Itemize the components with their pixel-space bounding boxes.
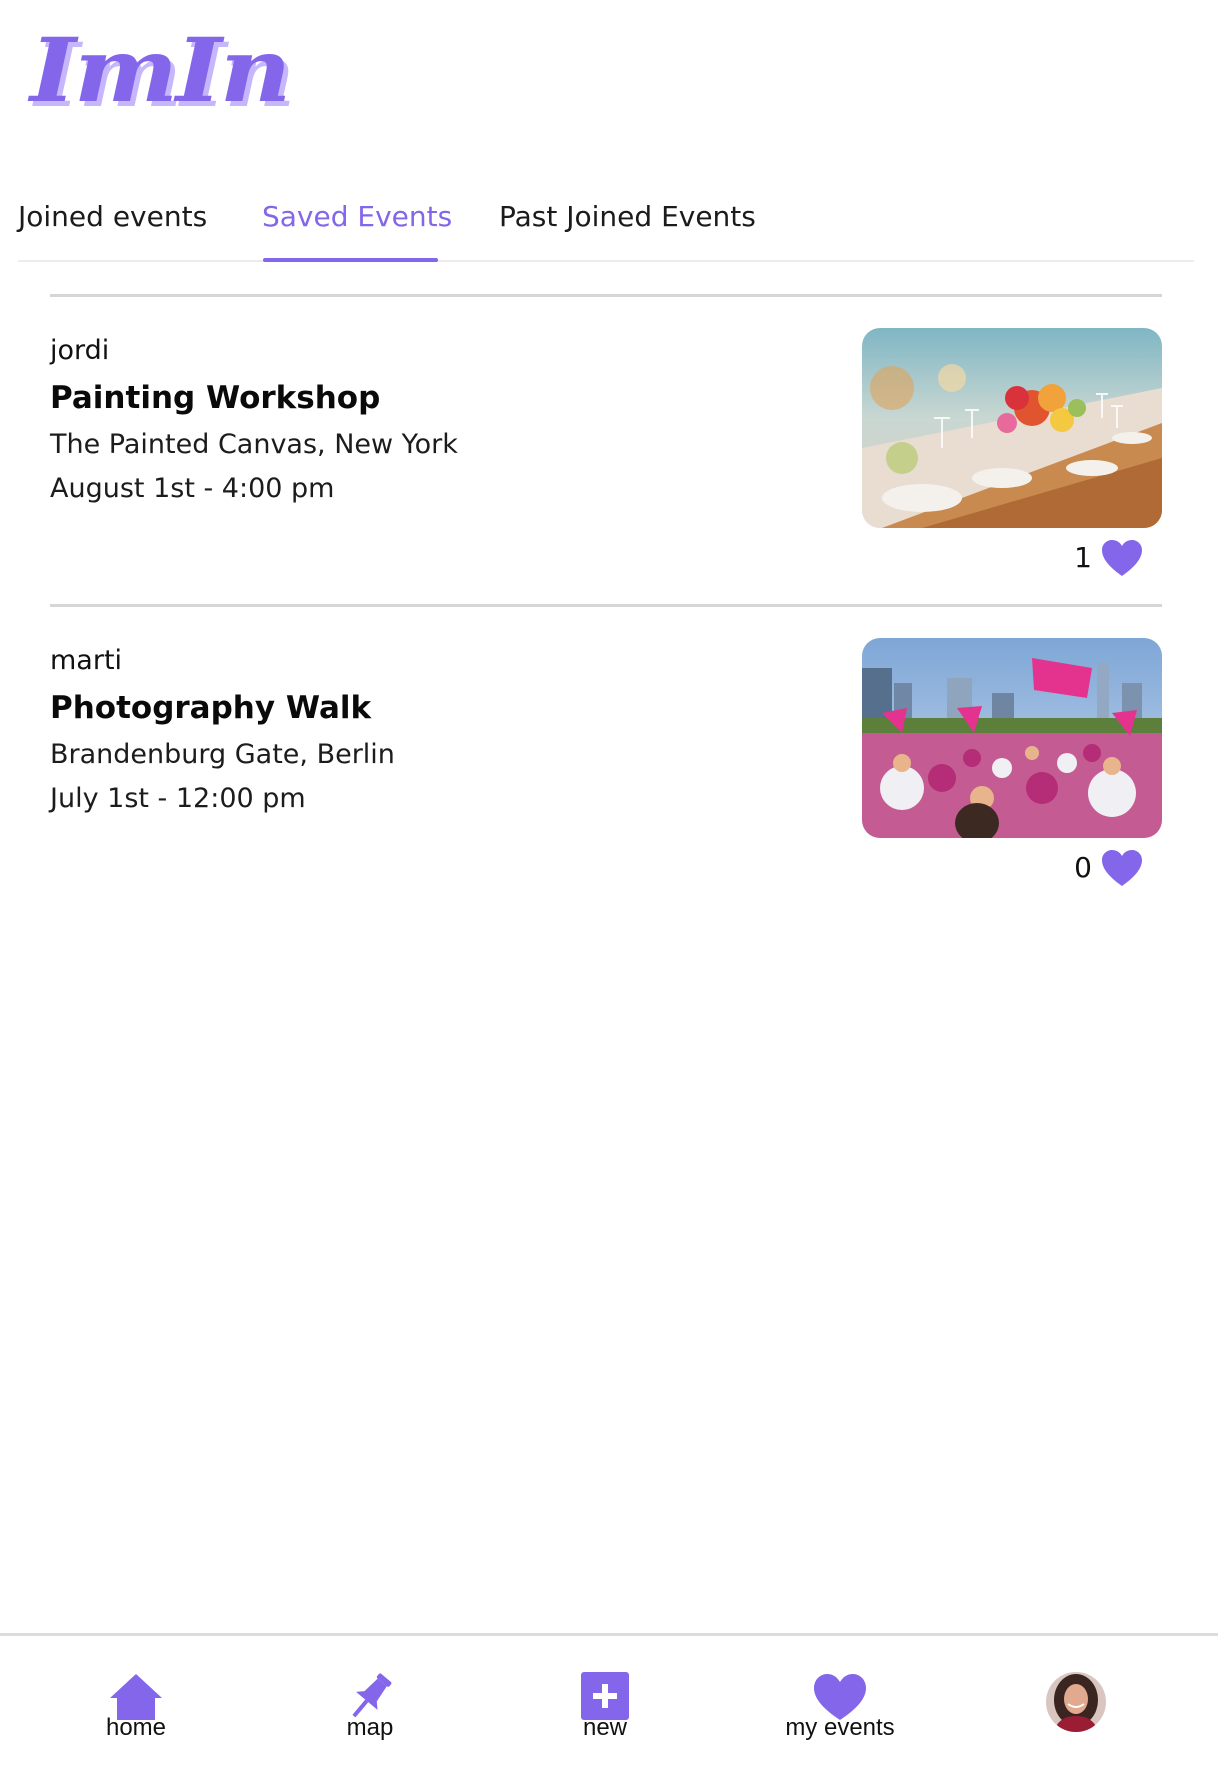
heart-icon[interactable] — [1100, 538, 1144, 578]
event-location: The Painted Canvas, New York — [50, 429, 458, 460]
app-logo[interactable]: ImIn — [30, 22, 291, 118]
event-card[interactable]: marti Photography Walk Brandenburg Gate,… — [50, 638, 1162, 924]
active-tab-indicator — [263, 258, 438, 262]
event-datetime: August 1st - 4:00 pm — [50, 473, 335, 504]
event-image[interactable] — [862, 328, 1162, 528]
event-organizer[interactable]: jordi — [50, 334, 109, 368]
event-datetime: July 1st - 12:00 pm — [50, 783, 306, 814]
nav-my-events-label: my events — [785, 1714, 895, 1741]
tab-past-joined-events[interactable]: Past Joined Events — [499, 200, 756, 234]
event-card[interactable]: jordi Painting Workshop The Painted Canv… — [50, 328, 1162, 614]
event-divider — [50, 604, 1162, 607]
event-likes: 0 — [1074, 848, 1144, 888]
nav-home[interactable]: home — [46, 1670, 226, 1742]
event-organizer[interactable]: marti — [50, 644, 122, 678]
event-tabs: Joined events Saved Events Past Joined E… — [18, 180, 1194, 262]
nav-map-label: map — [346, 1714, 394, 1741]
nav-home-label: home — [105, 1714, 167, 1741]
nav-new-label: new — [582, 1714, 628, 1741]
event-divider — [50, 294, 1162, 297]
event-image[interactable] — [862, 638, 1162, 838]
tab-saved-events[interactable]: Saved Events — [262, 200, 452, 234]
nav-my-events[interactable]: my events — [750, 1670, 930, 1742]
event-title[interactable]: Painting Workshop — [50, 378, 380, 418]
event-title[interactable]: Photography Walk — [50, 688, 371, 728]
likes-count: 0 — [1074, 851, 1092, 884]
nav-new[interactable]: new — [515, 1670, 695, 1742]
event-likes: 1 — [1074, 538, 1144, 578]
avatar[interactable] — [1046, 1672, 1106, 1732]
bottom-nav: home map new my events — [0, 1633, 1218, 1772]
likes-count: 1 — [1074, 541, 1092, 574]
event-location: Brandenburg Gate, Berlin — [50, 739, 395, 770]
nav-map[interactable]: map — [280, 1670, 460, 1742]
tab-joined-events[interactable]: Joined events — [18, 200, 207, 234]
heart-icon[interactable] — [1100, 848, 1144, 888]
